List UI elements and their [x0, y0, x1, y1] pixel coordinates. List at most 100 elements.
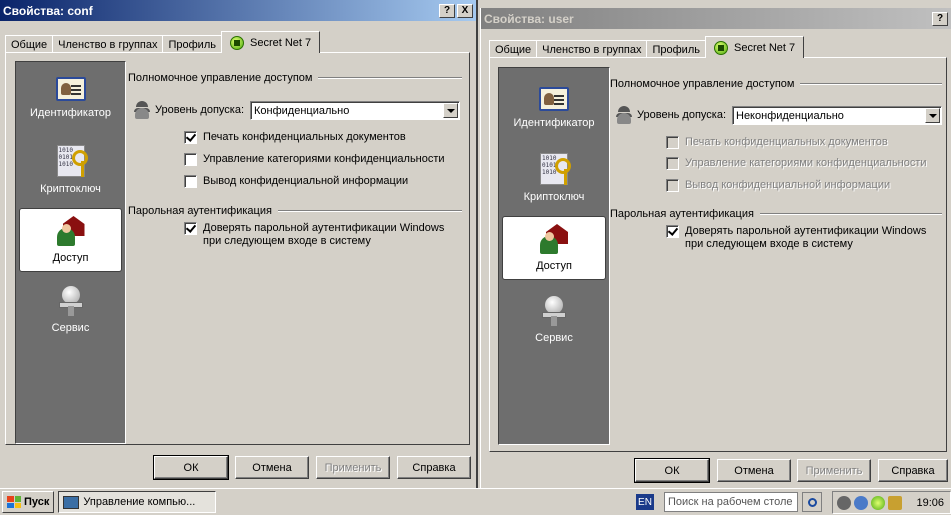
sidebar-item-label: Сервис — [51, 322, 90, 334]
checkbox-output-confidential[interactable]: Вывод конфиденциальной информации — [184, 175, 408, 188]
sidebar-item-service[interactable]: Сервис — [16, 278, 125, 342]
sidebar-item-label: Идентификатор — [513, 117, 595, 129]
tab-membership[interactable]: Членство в группах — [536, 40, 648, 58]
checkbox-box[interactable] — [666, 179, 679, 192]
help-dialog-button[interactable]: Справка — [878, 459, 948, 482]
checkbox-print-confidential[interactable]: Печать конфиденциальных документов — [184, 131, 406, 144]
start-button[interactable]: Пуск — [2, 491, 55, 513]
service-bell-icon — [57, 286, 85, 316]
tab-general[interactable]: Общие — [489, 40, 538, 58]
category-sidebar: Идентификатор 1010 0101 1010 Криптоключ Дос… — [15, 61, 126, 444]
checkbox-box[interactable] — [184, 175, 197, 188]
checkbox-label-line1: Доверять парольной аутентификации Window… — [203, 222, 445, 234]
apply-button[interactable]: Применить — [316, 456, 390, 479]
checkbox-manage-categories[interactable]: Управление категориями конфиденциальност… — [184, 153, 445, 166]
window-title: Свойства: user — [484, 11, 574, 26]
sidebar-item-identifier[interactable]: Идентификатор — [16, 66, 125, 130]
title-bar[interactable]: Свойства: conf ? X — [0, 0, 476, 21]
checkbox-label: Управление категориями конфиденциальност… — [685, 157, 927, 169]
tab-general[interactable]: Общие — [5, 35, 54, 53]
tab-profile[interactable]: Профиль — [162, 35, 222, 53]
tab-secret-net[interactable]: Secret Net 7 — [704, 36, 805, 58]
level-label: Уровень допуска: — [155, 104, 245, 116]
level-select[interactable]: Конфиденциально — [250, 101, 460, 120]
tab-secret-net-label: Secret Net 7 — [249, 36, 312, 49]
level-value: Конфиденциально — [254, 104, 350, 117]
start-label: Пуск — [24, 496, 50, 508]
sidebar-item-cryptokey[interactable]: 1010 0101 1010 Криптоключ — [499, 146, 609, 210]
checkbox-label: Доверять парольной аутентификации Window… — [203, 222, 444, 248]
access-house-icon — [56, 216, 85, 246]
secret-net-tray-icon[interactable] — [871, 495, 885, 510]
agent-icon — [132, 101, 152, 119]
sidebar-item-label: Криптоключ — [523, 191, 585, 203]
auth-group-header: Парольная аутентификация — [610, 208, 942, 220]
chevron-down-icon[interactable] — [925, 108, 940, 123]
help-button[interactable]: ? — [932, 11, 948, 26]
desktop-search-input[interactable]: Поиск на рабочем столе — [664, 492, 798, 512]
checkbox-label: Печать конфиденциальных документов — [203, 131, 406, 143]
checkbox-box[interactable] — [666, 225, 679, 238]
access-group-title: Полномочное управление доступом — [128, 72, 313, 84]
windows-logo-icon — [7, 496, 21, 508]
level-label-row: Уровень допуска: — [132, 101, 244, 119]
checkbox-output-confidential[interactable]: Вывод конфиденциальной информации — [666, 179, 890, 192]
checkbox-box[interactable] — [666, 157, 679, 170]
sidebar-item-access[interactable]: Доступ — [19, 208, 122, 272]
sidebar-item-label: Идентификатор — [30, 107, 111, 119]
close-button[interactable]: X — [457, 3, 473, 18]
checkbox-label: Вывод конфиденциальной информации — [203, 175, 409, 187]
secret-net-icon — [713, 40, 728, 55]
checkbox-trust-windows-auth[interactable]: Доверять парольной аутентификации Window… — [666, 225, 926, 251]
access-group-title: Полномочное управление доступом — [610, 78, 795, 90]
tab-membership[interactable]: Членство в группах — [52, 35, 164, 53]
sidebar-item-label: Криптоключ — [40, 183, 101, 195]
access-group-header: Полномочное управление доступом — [128, 72, 462, 84]
tab-panel: Идентификатор 1010 0101 1010 Криптоключ Дос… — [489, 57, 947, 452]
language-indicator[interactable]: EN — [636, 494, 654, 510]
ok-button[interactable]: ОК — [634, 458, 710, 483]
cancel-button[interactable]: Отмена — [235, 456, 309, 479]
tray-app-icon[interactable] — [837, 495, 851, 510]
system-tray: 19:06 — [832, 491, 951, 514]
checkbox-box[interactable] — [184, 131, 197, 144]
agent-icon — [614, 106, 634, 124]
apply-button[interactable]: Применить — [797, 459, 871, 482]
tray-search-icon[interactable] — [854, 495, 868, 510]
checkbox-box[interactable] — [666, 136, 679, 149]
access-group-header: Полномочное управление доступом — [610, 78, 942, 90]
sidebar-item-service[interactable]: Сервис — [499, 288, 609, 352]
clock: 19:06 — [916, 496, 944, 509]
taskbar-task-computer-management[interactable]: Управление компью... — [58, 491, 217, 513]
crypto-key-icon: 1010 0101 1010 — [56, 145, 88, 177]
checkbox-label-line2: при следующем входе в систему — [203, 235, 371, 247]
checkbox-label: Управление категориями конфиденциальност… — [203, 153, 445, 165]
checkbox-manage-categories[interactable]: Управление категориями конфиденциальност… — [666, 157, 927, 170]
tab-secret-net-label: Secret Net 7 — [733, 41, 796, 54]
sidebar-item-label: Сервис — [535, 332, 573, 344]
help-button[interactable]: ? — [439, 3, 455, 18]
sidebar-item-access[interactable]: Доступ — [502, 216, 606, 280]
level-label-row: Уровень допуска: — [614, 106, 726, 124]
tray-security-icon[interactable] — [888, 495, 902, 510]
checkbox-trust-windows-auth[interactable]: Доверять парольной аутентификации Window… — [184, 222, 444, 248]
chevron-down-icon[interactable] — [443, 103, 458, 118]
search-icon[interactable] — [802, 492, 822, 512]
sidebar-item-identifier[interactable]: Идентификатор — [499, 76, 609, 140]
tab-secret-net[interactable]: Secret Net 7 — [220, 31, 321, 53]
title-bar[interactable]: Свойства: user ? — [481, 8, 951, 29]
level-select[interactable]: Неконфиденциально — [732, 106, 942, 125]
ok-button[interactable]: ОК — [153, 455, 229, 480]
help-dialog-button[interactable]: Справка — [397, 456, 471, 479]
cancel-button[interactable]: Отмена — [717, 459, 791, 482]
service-bell-icon — [540, 296, 568, 326]
checkbox-box[interactable] — [184, 222, 197, 235]
access-house-icon — [540, 224, 568, 254]
checkbox-print-confidential[interactable]: Печать конфиденциальных документов — [666, 136, 888, 149]
dialog-conf: Свойства: conf ? X Общие Членство в груп… — [0, 0, 478, 488]
checkbox-box[interactable] — [184, 153, 197, 166]
sidebar-item-cryptokey[interactable]: 1010 0101 1010 Криптоключ — [16, 138, 125, 202]
taskbar-task-label: Управление компью... — [83, 496, 196, 508]
tab-profile[interactable]: Профиль — [646, 40, 706, 58]
tab-strip: Общие Членство в группах Профиль Secret … — [489, 36, 805, 58]
